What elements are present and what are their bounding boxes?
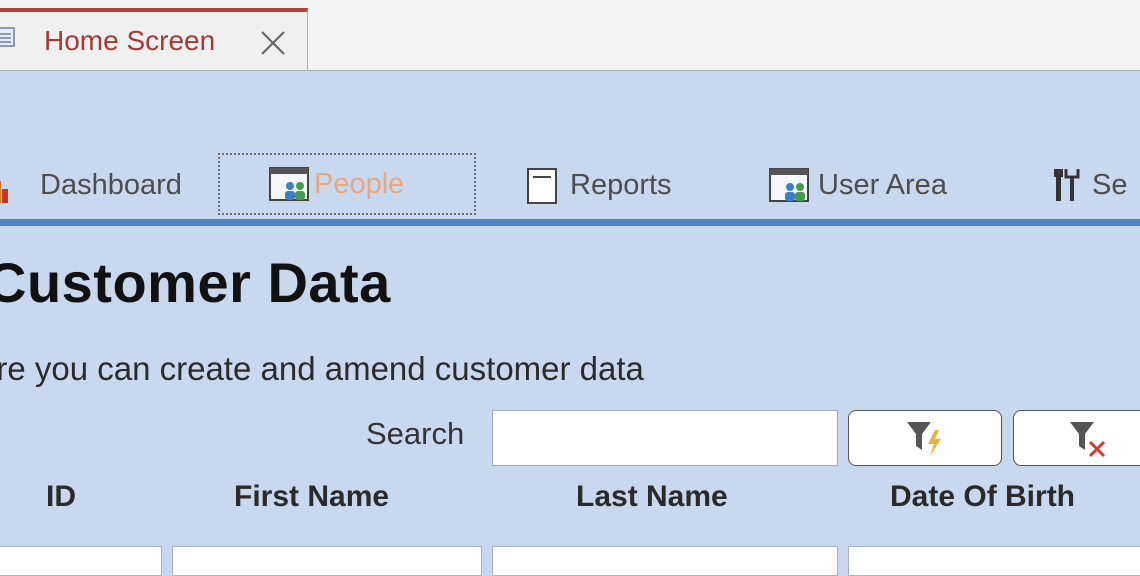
- filter-clear-icon: [1070, 422, 1106, 458]
- people-form-icon: [269, 167, 309, 201]
- first-name-field[interactable]: [172, 546, 482, 576]
- bar-chart-icon: [0, 181, 8, 203]
- page-title: Customer Data: [0, 251, 391, 314]
- nav-label-people: People: [314, 167, 405, 200]
- nav-label-user-area: User Area: [818, 168, 947, 201]
- column-header-last-name: Last Name: [576, 480, 728, 513]
- column-header-date-of-birth: Date Of Birth: [890, 480, 1076, 513]
- nav-item-people[interactable]: People: [218, 153, 476, 215]
- search-input[interactable]: [492, 410, 838, 466]
- last-name-field[interactable]: [492, 546, 838, 576]
- nav-label-dashboard: Dashboard: [40, 168, 182, 201]
- nav-item-reports[interactable]: Reports: [524, 155, 672, 215]
- close-icon[interactable]: [258, 28, 288, 58]
- nav-label-settings: Se: [1092, 168, 1128, 201]
- report-icon: [527, 168, 557, 204]
- filter-lightning-icon: [907, 422, 941, 456]
- nav-item-settings[interactable]: Se: [1050, 155, 1127, 215]
- nav-item-dashboard[interactable]: Dashboard: [0, 155, 182, 215]
- search-label: Search: [366, 416, 465, 451]
- document-tab-strip: Home Screen: [0, 0, 1140, 71]
- people-form-icon: [769, 168, 809, 202]
- id-field[interactable]: [0, 546, 162, 576]
- apply-filter-button[interactable]: [848, 410, 1002, 466]
- tools-icon: [1054, 169, 1080, 201]
- column-header-id: ID: [46, 480, 76, 513]
- column-header-first-name: First Name: [234, 480, 390, 513]
- nav-label-reports: Reports: [570, 168, 672, 201]
- date-of-birth-field[interactable]: [848, 546, 1140, 576]
- clear-filter-button[interactable]: [1013, 410, 1140, 466]
- nav-divider: [0, 219, 1140, 226]
- nav-item-user-area[interactable]: User Area: [768, 155, 947, 215]
- tab-home-screen[interactable]: Home Screen: [0, 8, 308, 70]
- page-subtitle: ere you can create and amend customer da…: [0, 350, 644, 387]
- tab-label: Home Screen: [44, 25, 216, 56]
- form-icon: [0, 27, 15, 47]
